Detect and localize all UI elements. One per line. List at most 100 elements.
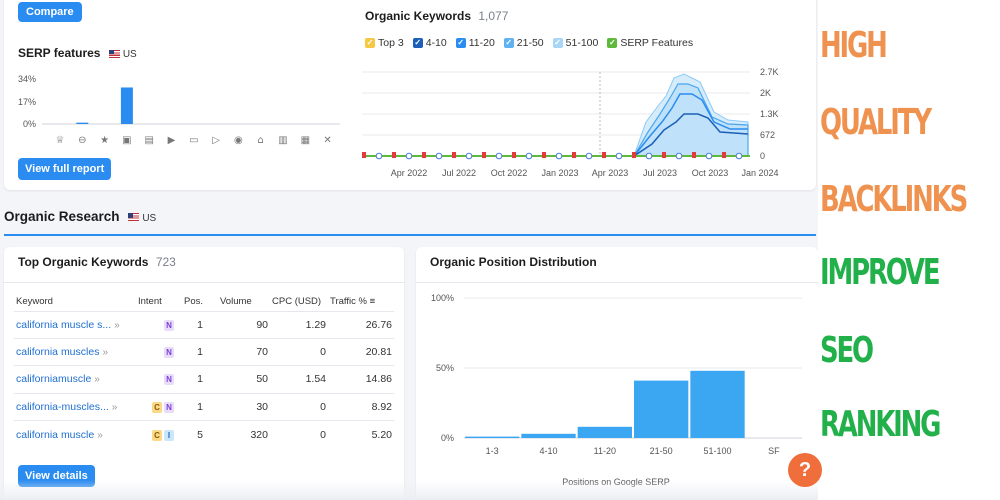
keyword-link[interactable]: california muscles — [16, 346, 99, 358]
legend-top3[interactable]: ✓ Top 3 — [365, 37, 404, 49]
ok-x-tick: Oct 2022 — [491, 168, 528, 178]
keyword-cell[interactable]: california muscles» — [14, 337, 136, 366]
video-box-icon: ▭ — [189, 135, 198, 146]
organic-research-country: US — [142, 213, 157, 224]
intent-badge: C — [152, 401, 162, 413]
bottom-fade — [0, 480, 818, 500]
intent-badge: N — [164, 374, 174, 386]
keyword-link[interactable]: california muscle — [16, 429, 94, 441]
headline-line: SEO — [820, 330, 874, 371]
col-intent[interactable]: Intent — [136, 293, 182, 311]
serp-features-label: SERP features — [18, 46, 101, 60]
chevron-double-right-icon[interactable]: » — [114, 320, 120, 331]
position-distribution-title: Organic Position Distribution — [430, 255, 597, 269]
serp-y-tick: 17% — [18, 97, 36, 107]
intent-cell: N — [136, 310, 182, 339]
legend-label: Top 3 — [378, 37, 404, 49]
legend-11-20[interactable]: ✓ 11-20 — [455, 37, 495, 49]
legend-serp-features[interactable]: ✓ SERP Features — [607, 37, 693, 49]
app-panel: Compare SERP features US 34% 17% 0% ♕ ⊖ ★ ▣… — [0, 0, 818, 500]
serp-bar — [76, 122, 89, 124]
serp-icons: ♕ ⊖ ★ ▣ ▤ ▶ ▭ ▷ ◉ ⌂ ▥ ▦ ✕ — [56, 135, 332, 146]
google-marker — [405, 152, 413, 160]
table-row: california muscle» CI 5 320 0 5.20 — [14, 420, 394, 448]
cpc-cell: 1.54 — [270, 365, 328, 394]
legend-label: 4-10 — [425, 37, 447, 49]
help-button[interactable]: ? — [788, 453, 822, 487]
keyword-cell[interactable]: california muscle» — [14, 420, 136, 448]
us-flag-icon — [128, 213, 140, 222]
chevron-double-right-icon[interactable]: » — [94, 374, 100, 385]
chevron-double-right-icon[interactable]: » — [102, 347, 108, 358]
ok-y-tick: 2.7K — [760, 67, 779, 77]
keyword-cell[interactable]: california muscle s...» — [14, 310, 136, 339]
ok-x-tick: Oct 2023 — [692, 168, 729, 178]
col-traffic-label: Traffic % — [330, 296, 367, 308]
ok-y-tick: 2K — [760, 88, 771, 98]
ok-x-tick: Jan 2024 — [741, 168, 778, 178]
checkbox-icon: ✓ — [503, 38, 514, 48]
col-traffic[interactable]: Traffic % ≡ — [328, 293, 394, 311]
legend-21-50[interactable]: ✓ 21-50 — [503, 37, 544, 49]
keyword-cell[interactable]: california-muscles...» — [14, 392, 136, 421]
serp-y-tick: 0% — [23, 119, 36, 129]
table-row: california muscle s...» N 1 90 1.29 26.7… — [14, 310, 394, 339]
pd-x-tick: 21-50 — [650, 446, 673, 456]
ok-x-tick: Jan 2023 — [541, 168, 578, 178]
keyword-link[interactable]: california-muscles... — [16, 401, 109, 413]
serp-flag-marker — [452, 152, 456, 158]
keyword-link[interactable]: california muscle s... — [16, 319, 111, 331]
card-divider — [416, 282, 818, 283]
google-marker — [645, 152, 653, 160]
link-icon: ⊖ — [78, 135, 86, 146]
legend-51-100[interactable]: ✓ 51-100 — [552, 37, 598, 49]
us-flag-icon — [108, 49, 120, 58]
col-keyword[interactable]: Keyword — [14, 293, 136, 311]
col-pos[interactable]: Pos. — [182, 293, 218, 311]
chevron-double-right-icon[interactable]: » — [97, 430, 103, 441]
keyword-cell[interactable]: californiamuscle» — [14, 365, 136, 394]
serp-flag-marker — [512, 152, 516, 158]
traffic-cell: 14.86 — [328, 365, 394, 394]
top-keywords-title: Top Organic Keywords 723 — [18, 255, 176, 269]
ok-y-tick: 0 — [760, 151, 765, 161]
legend-4-10[interactable]: ✓ 4-10 — [412, 37, 447, 49]
serp-flag-marker — [722, 152, 726, 158]
top-keywords-count: 723 — [155, 255, 176, 269]
traffic-cell: 26.76 — [328, 310, 394, 339]
intent-badge: N — [164, 401, 174, 413]
checkbox-icon: ✓ — [365, 38, 375, 48]
volume-cell: 30 — [218, 392, 270, 421]
google-marker — [705, 152, 713, 160]
serp-flag-marker — [482, 152, 486, 158]
keyword-link[interactable]: californiamuscle — [16, 373, 91, 385]
google-marker — [615, 152, 623, 160]
organic-keywords-title: Organic Keywords 1,077 — [365, 9, 508, 23]
compare-button[interactable]: Compare — [18, 2, 82, 22]
top-keywords-label: Top Organic Keywords — [18, 255, 149, 269]
intent-cell: N — [136, 337, 182, 366]
chevron-double-right-icon[interactable]: » — [112, 402, 118, 413]
col-volume[interactable]: Volume — [218, 293, 270, 311]
trophy-icon: ♕ — [56, 135, 65, 146]
pd-x-tick: 1-3 — [486, 446, 499, 456]
organic-keywords-count: 1,077 — [478, 9, 509, 23]
serp-flag-marker — [632, 152, 636, 158]
serp-flag-marker — [542, 152, 546, 158]
pos-cell: 1 — [182, 392, 218, 421]
pd-y-tick: 50% — [436, 363, 454, 373]
google-marker — [735, 152, 743, 160]
serp-flag-marker — [392, 152, 396, 158]
serp-y-tick: 34% — [18, 74, 36, 84]
checkbox-icon: ✓ — [412, 38, 423, 48]
view-full-report-button[interactable]: View full report — [18, 158, 112, 180]
section-divider — [4, 234, 816, 236]
serp-flag-marker — [572, 152, 576, 158]
cpc-cell: 0 — [270, 337, 328, 366]
serp-bar — [120, 87, 133, 124]
organic-keywords-legend: ✓ Top 3 ✓ 4-10 ✓ 11-20 ✓ 21-50 ✓ 51-100 ✓ SERP… — [365, 37, 693, 49]
google-marker — [495, 152, 503, 160]
col-cpc[interactable]: CPC (USD) — [270, 293, 328, 311]
ok-y-tick: 1.3K — [760, 109, 779, 119]
briefcase-icon: ▦ — [301, 135, 310, 146]
